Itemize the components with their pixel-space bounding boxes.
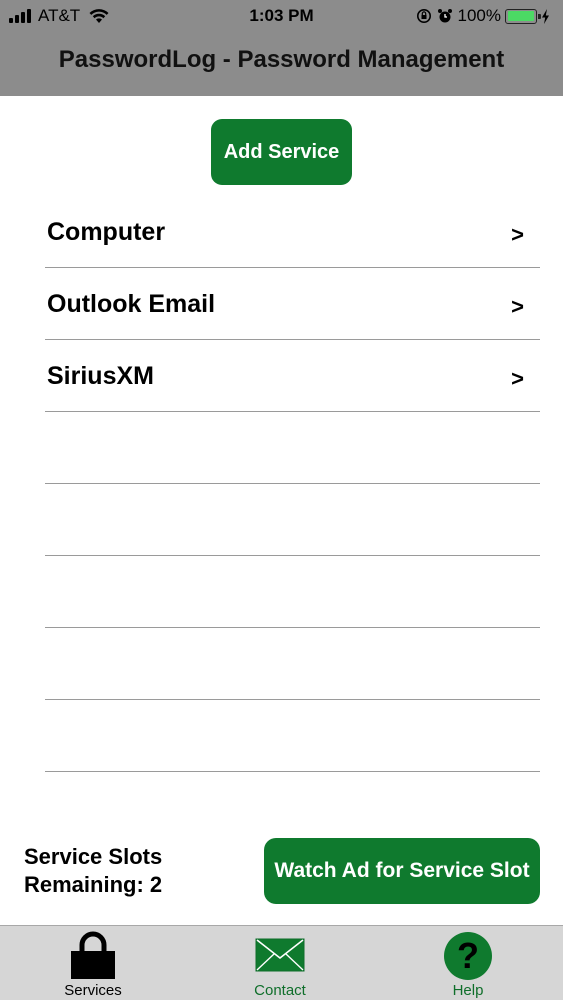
service-slots-remaining: Service Slots Remaining: 2 <box>24 843 162 899</box>
tab-label: Services <box>64 982 122 999</box>
empty-service-row <box>45 484 540 556</box>
envelope-icon <box>255 938 305 972</box>
tab-help[interactable]: ? Help <box>408 926 528 1000</box>
empty-service-row <box>45 628 540 700</box>
battery-level <box>507 11 534 21</box>
service-row[interactable]: Outlook Email > <box>45 268 540 340</box>
service-name: Computer <box>47 218 166 246</box>
svg-text:?: ? <box>457 935 479 976</box>
lock-icon <box>71 931 115 979</box>
tab-label: Contact <box>254 982 306 999</box>
orientation-lock-icon <box>416 9 431 23</box>
page-title: PasswordLog - Password Management <box>58 46 505 73</box>
watch-ad-button[interactable]: Watch Ad for Service Slot <box>264 838 540 904</box>
service-name: Outlook Email <box>47 290 216 318</box>
service-row[interactable]: SiriusXM > <box>45 340 540 412</box>
chevron-right-icon: > <box>511 222 524 247</box>
service-list: Computer > Outlook Email > SiriusXM > <box>45 196 540 772</box>
slots-label-line1: Service Slots <box>24 844 163 869</box>
alarm-icon <box>437 9 452 23</box>
battery-percent: 100% <box>457 6 501 25</box>
empty-service-row <box>45 700 540 772</box>
empty-service-row <box>45 556 540 628</box>
service-row[interactable]: Computer > <box>45 196 540 268</box>
add-service-button[interactable]: Add Service <box>211 119 352 185</box>
tab-contact[interactable]: Contact <box>220 926 340 1000</box>
service-name: SiriusXM <box>47 362 154 390</box>
tab-services[interactable]: Services <box>33 926 153 1000</box>
slots-label-line2: Remaining: 2 <box>24 872 163 897</box>
status-right: 100% <box>416 6 555 26</box>
charging-bolt-icon <box>542 8 549 24</box>
tab-label: Help <box>452 982 484 999</box>
tab-bar: Services Contact ? Help <box>0 925 563 1000</box>
chevron-right-icon: > <box>511 366 524 391</box>
header-bar: AT&T 1:03 PM 100% PasswordLog - Password… <box>0 0 563 96</box>
chevron-right-icon: > <box>511 294 524 319</box>
empty-service-row <box>45 412 540 484</box>
battery-icon <box>505 8 541 24</box>
status-bar: AT&T 1:03 PM 100% <box>0 0 563 32</box>
question-icon: ? <box>444 932 492 980</box>
app-screen: AT&T 1:03 PM 100% PasswordLog - Password… <box>0 0 563 1000</box>
